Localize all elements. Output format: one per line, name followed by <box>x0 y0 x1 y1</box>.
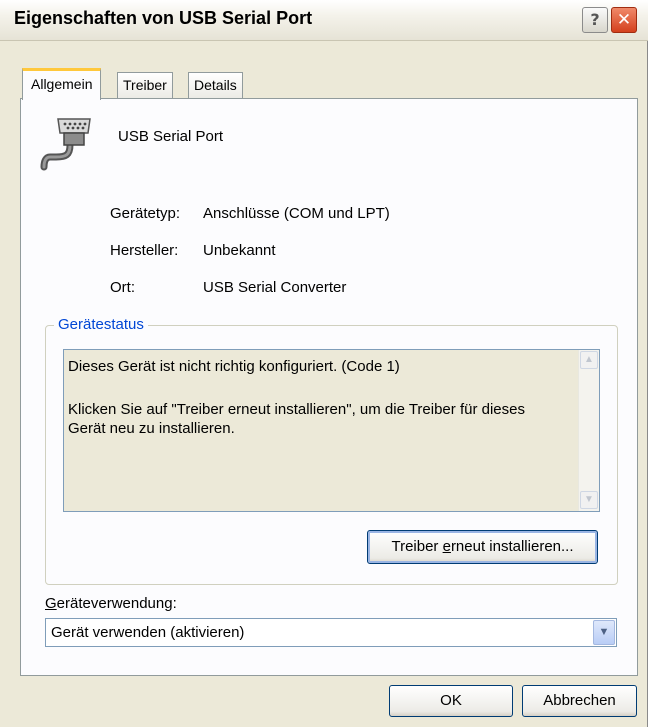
location-value: USB Serial Converter <box>203 279 347 296</box>
tab-label: Details <box>194 77 237 93</box>
cancel-button[interactable]: Abbrechen <box>522 685 637 717</box>
button-label-part: Treiber <box>391 538 443 555</box>
status-scrollbar[interactable]: ▲ ▼ <box>578 350 599 511</box>
reinstall-driver-button[interactable]: Treiber erneut installieren... <box>367 530 598 564</box>
tab-treiber[interactable]: Treiber <box>117 72 173 98</box>
device-usage-select[interactable]: Gerät verwenden (aktivieren) ▼ <box>45 618 617 647</box>
tab-allgemein[interactable]: Allgemein <box>22 68 102 100</box>
manufacturer-value: Unbekannt <box>203 242 276 259</box>
label-hotkey: G <box>45 595 57 612</box>
ok-button[interactable]: OK <box>389 685 513 717</box>
scroll-down-button[interactable]: ▼ <box>580 491 598 509</box>
button-label: OK <box>440 692 462 709</box>
dropdown-button[interactable]: ▼ <box>593 620 615 645</box>
device-type-value: Anschlüsse (COM und LPT) <box>203 205 390 222</box>
scroll-up-button[interactable]: ▲ <box>580 351 598 369</box>
chevron-up-icon: ▲ <box>584 354 594 365</box>
device-usage-selected: Gerät verwenden (aktivieren) <box>51 624 245 641</box>
window-title: Eigenschaften von USB Serial Port <box>14 8 313 28</box>
location-label: Ort: <box>110 279 135 296</box>
device-status-title: Gerätestatus <box>54 316 148 333</box>
serial-port-connector-icon <box>40 118 91 171</box>
button-label: Abbrechen <box>543 692 616 709</box>
close-icon: ✕ <box>616 10 632 30</box>
tab-label: Treiber <box>123 77 167 93</box>
chevron-down-icon: ▼ <box>598 626 610 638</box>
device-name: USB Serial Port <box>118 128 224 145</box>
title-bar[interactable]: Eigenschaften von USB Serial Port ? ✕ <box>0 0 648 41</box>
status-instructions: Klicken Sie auf "Treiber erneut installi… <box>68 401 525 437</box>
help-icon: ? <box>590 10 600 29</box>
tab-details[interactable]: Details <box>188 72 243 98</box>
status-message: Dieses Gerät ist nicht richtig konfiguri… <box>68 358 400 375</box>
device-type-label: Gerätetyp: <box>110 205 181 222</box>
device-status-textbox[interactable]: Dieses Gerät ist nicht richtig konfiguri… <box>63 349 600 512</box>
label-text: eräteverwendung: <box>56 595 177 612</box>
button-label-part: rneut installieren... <box>450 538 574 555</box>
chevron-down-icon: ▼ <box>584 494 594 505</box>
close-button[interactable]: ✕ <box>611 7 637 33</box>
help-button[interactable]: ? <box>582 7 608 33</box>
properties-dialog: Eigenschaften von USB Serial Port ? ✕ Al… <box>0 0 648 727</box>
device-usage-label: Geräteverwendung: <box>45 595 177 612</box>
manufacturer-label: Hersteller: <box>110 242 179 259</box>
tab-label: Allgemein <box>31 76 93 92</box>
button-hotkey: e <box>442 538 451 555</box>
